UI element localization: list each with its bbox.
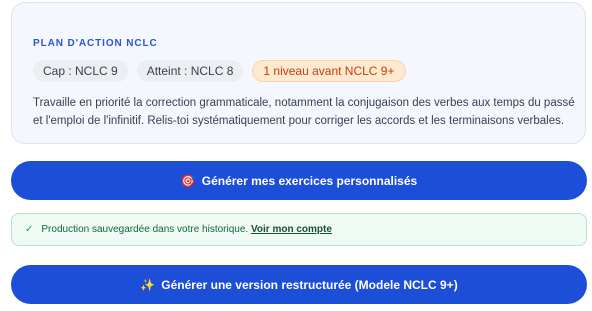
gap-badge: 1 niveau avant NCLC 9+ <box>252 60 406 82</box>
sparkles-icon: ✨ <box>140 277 156 292</box>
generate-exercises-label: Générer mes exercices personnalisés <box>201 173 418 188</box>
generate-restructured-button[interactable]: ✨ Générer une version restructurée (Mode… <box>11 265 587 304</box>
saved-notice-message: Production sauvegardée dans votre histor… <box>41 224 249 235</box>
plan-description: Travaille en priorité la correction gram… <box>33 97 575 127</box>
saved-notice: ✓ Production sauvegardée dans votre hist… <box>11 213 587 246</box>
plan-title: PLAN D'ACTION NCLC <box>33 38 158 49</box>
target-icon: 🎯 <box>180 173 196 188</box>
level-chips: Cap : NCLC 9 Atteint : NCLC 8 1 niveau a… <box>33 60 406 82</box>
view-account-link[interactable]: Voir mon compte <box>251 224 332 235</box>
generate-restructured-label: Générer une version restructurée (Modele… <box>161 277 458 292</box>
cap-chip: Cap : NCLC 9 <box>33 60 128 82</box>
action-plan-card: PLAN D'ACTION NCLC Cap : NCLC 9 Atteint … <box>11 2 586 144</box>
generate-exercises-button[interactable]: 🎯 Générer mes exercices personnalisés <box>11 161 587 200</box>
check-icon: ✓ <box>25 224 34 235</box>
achieved-chip: Atteint : NCLC 8 <box>136 60 244 82</box>
app-root: PLAN D'ACTION NCLC Cap : NCLC 9 Atteint … <box>0 0 592 311</box>
saved-notice-text: Production sauvegardée dans votre histor… <box>41 224 332 235</box>
